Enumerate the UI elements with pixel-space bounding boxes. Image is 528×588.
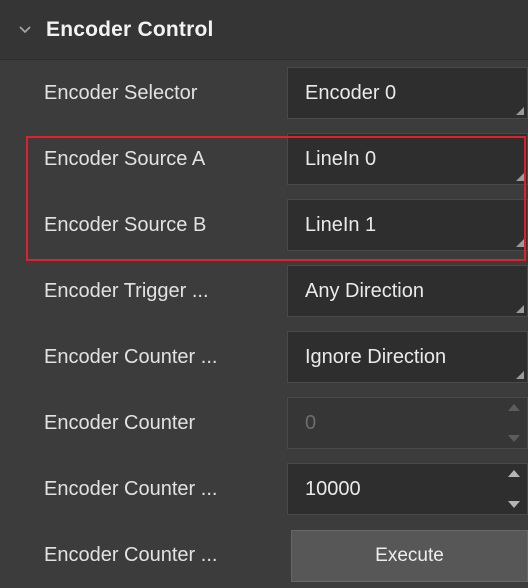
dropdown-corner-icon [516, 305, 524, 313]
dropdown-corner-icon [516, 173, 524, 181]
row-encoder-source-a: Encoder Source A LineIn 0 [0, 126, 528, 192]
section-title: Encoder Control [46, 17, 214, 41]
spin-up-icon[interactable] [508, 470, 520, 477]
row-encoder-selector: Encoder Selector Encoder 0 [0, 60, 528, 126]
encoder-trigger-mode-dropdown[interactable]: Any Direction [287, 265, 528, 317]
encoder-source-a-dropdown[interactable]: LineIn 0 [287, 133, 528, 185]
dropdown-value: Encoder 0 [305, 81, 397, 104]
section-header-encoder-control[interactable]: Encoder Control [0, 0, 528, 60]
row-label: Encoder Source A [44, 147, 206, 170]
spinner-arrows [507, 404, 521, 442]
row-encoder-trigger-mode: Encoder Trigger ... Any Direction [0, 258, 528, 324]
input-value: 10000 [305, 477, 361, 500]
encoder-source-b-dropdown[interactable]: LineIn 1 [287, 199, 528, 251]
row-label: Encoder Counter ... [44, 477, 218, 500]
dropdown-value: LineIn 0 [305, 147, 377, 170]
spinner-arrows [507, 470, 521, 508]
spin-down-icon [508, 435, 520, 442]
input-value: 0 [305, 411, 317, 434]
row-label: Encoder Counter [44, 411, 196, 434]
dropdown-corner-icon [516, 239, 524, 247]
dropdown-value: Any Direction [305, 279, 424, 302]
encoder-selector-dropdown[interactable]: Encoder 0 [287, 67, 528, 119]
row-encoder-counter: Encoder Counter 0 [0, 390, 528, 456]
parameter-list: Encoder Selector Encoder 0 Encoder Sourc… [0, 60, 528, 588]
row-label: Encoder Counter ... [44, 543, 218, 566]
execute-button[interactable]: Execute [291, 530, 528, 582]
row-encoder-source-b: Encoder Source B LineIn 1 [0, 192, 528, 258]
dropdown-corner-icon [516, 371, 524, 379]
row-encoder-counter-reset: Encoder Counter ... Execute [0, 522, 528, 588]
row-encoder-counter-max: Encoder Counter ... 10000 [0, 456, 528, 522]
row-label: Encoder Selector [44, 81, 198, 104]
dropdown-value: Ignore Direction [305, 345, 447, 368]
row-label: Encoder Source B [44, 213, 207, 236]
chevron-down-icon[interactable] [18, 23, 32, 37]
dropdown-corner-icon [516, 107, 524, 115]
row-label: Encoder Trigger ... [44, 279, 209, 302]
dropdown-value: LineIn 1 [305, 213, 377, 236]
row-encoder-counter-mode: Encoder Counter ... Ignore Direction [0, 324, 528, 390]
encoder-counter-input: 0 [287, 397, 528, 449]
encoder-counter-mode-dropdown[interactable]: Ignore Direction [287, 331, 528, 383]
spin-down-icon[interactable] [508, 501, 520, 508]
spin-up-icon [508, 404, 520, 411]
row-label: Encoder Counter ... [44, 345, 218, 368]
encoder-counter-max-input[interactable]: 10000 [287, 463, 528, 515]
